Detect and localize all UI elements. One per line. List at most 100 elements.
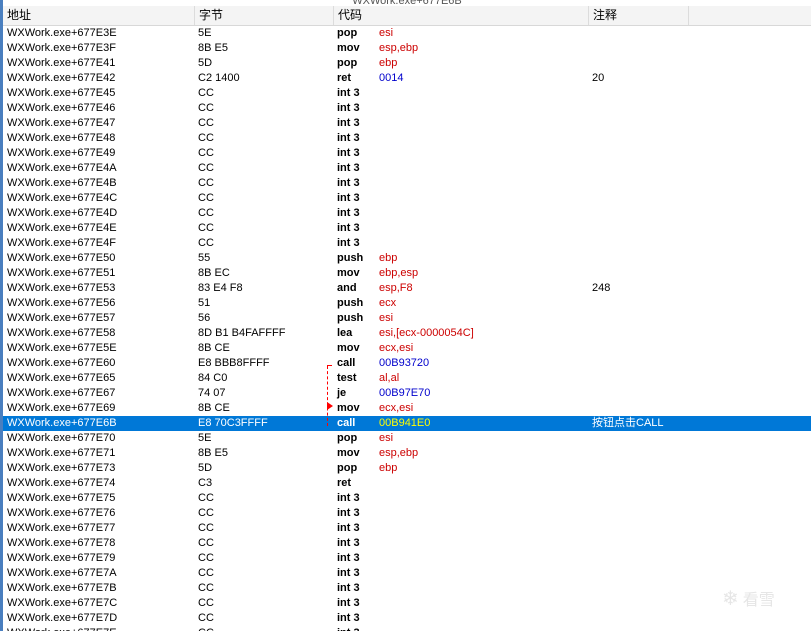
watermark: ❄ 看雪 xyxy=(722,586,775,610)
table-row[interactable]: WXWork.exe+677E79 CC int 3 xyxy=(3,551,811,566)
bytes-cell: 5E xyxy=(198,432,212,444)
table-row[interactable]: WXWork.exe+677E56 51 push ecx xyxy=(3,296,811,311)
bytes-cell: CC xyxy=(198,132,214,144)
address-cell: WXWork.exe+677E73 xyxy=(7,462,116,474)
table-row[interactable]: WXWork.exe+677E3E 5E pop esi xyxy=(3,26,811,41)
address-cell: WXWork.exe+677E77 xyxy=(7,522,116,534)
table-row[interactable]: WXWork.exe+677E67 74 07 je 00B97E70 xyxy=(3,386,811,401)
opcode-cell: pop xyxy=(337,462,358,474)
table-row[interactable]: WXWork.exe+677E50 55 push ebp xyxy=(3,251,811,266)
opcode-cell: int 3 xyxy=(337,102,360,114)
bytes-cell: CC xyxy=(198,552,214,564)
table-row[interactable]: WXWork.exe+677E58 8D B1 B4FAFFFF lea esi,[e… xyxy=(3,326,811,341)
header-bytes[interactable]: 字节 xyxy=(195,6,334,25)
table-row[interactable]: WXWork.exe+677E45 CC int 3 xyxy=(3,86,811,101)
operand-cell: esi,[ecx-0000054C] xyxy=(379,327,474,339)
table-row[interactable]: WXWork.exe+677E51 8B EC mov ebp,esp xyxy=(3,266,811,281)
bytes-cell: CC xyxy=(198,237,214,249)
opcode-cell: int 3 xyxy=(337,207,360,219)
operand-cell: ebp,esp xyxy=(379,267,419,279)
table-row[interactable]: WXWork.exe+677E75 CC int 3 xyxy=(3,491,811,506)
table-row[interactable]: WXWork.exe+677E6B E8 70C3FFFF call 00B941E0… xyxy=(3,416,811,431)
table-row[interactable]: WXWork.exe+677E78 CC int 3 xyxy=(3,536,811,551)
operand-cell: ecx,esi xyxy=(379,342,414,354)
table-row[interactable]: WXWork.exe+677E65 84 C0 test al,al xyxy=(3,371,811,386)
bytes-cell: 8B EC xyxy=(198,267,230,279)
bytes-cell: CC xyxy=(198,117,214,129)
bytes-cell: 8D B1 B4FAFFFF xyxy=(198,327,286,339)
table-row[interactable]: WXWork.exe+677E7E CC int 3 xyxy=(3,626,811,631)
opcode-cell: int 3 xyxy=(337,237,360,249)
bytes-cell: C2 1400 xyxy=(198,72,240,84)
table-row[interactable]: WXWork.exe+677E49 CC int 3 xyxy=(3,146,811,161)
address-cell: WXWork.exe+677E71 xyxy=(7,447,116,459)
table-row[interactable]: WXWork.exe+677E5E 8B CE mov ecx,esi xyxy=(3,341,811,356)
address-cell: WXWork.exe+677E42 xyxy=(7,72,116,84)
table-row[interactable]: WXWork.exe+677E4C CC int 3 xyxy=(3,191,811,206)
table-row[interactable]: WXWork.exe+677E3F 8B E5 mov esp,ebp xyxy=(3,41,811,56)
table-row[interactable]: WXWork.exe+677E41 5D pop ebp xyxy=(3,56,811,71)
table-row[interactable]: WXWork.exe+677E4B CC int 3 xyxy=(3,176,811,191)
address-cell: WXWork.exe+677E7D xyxy=(7,612,118,624)
address-cell: WXWork.exe+677E57 xyxy=(7,312,116,324)
operand-cell: ebp xyxy=(379,252,398,264)
column-header: 地址 字节 代码 注释 xyxy=(3,6,811,26)
bytes-cell: 8B E5 xyxy=(198,447,228,459)
address-cell: WXWork.exe+677E45 xyxy=(7,87,116,99)
bytes-cell: CC xyxy=(198,582,214,594)
table-row[interactable]: WXWork.exe+677E7B CC int 3 xyxy=(3,581,811,596)
bytes-cell: 8B E5 xyxy=(198,42,228,54)
table-row[interactable]: WXWork.exe+677E48 CC int 3 xyxy=(3,131,811,146)
opcode-cell: mov xyxy=(337,42,360,54)
table-row[interactable]: WXWork.exe+677E60 E8 BBB8FFFF call 00B93720 xyxy=(3,356,811,371)
bytes-cell: CC xyxy=(198,507,214,519)
table-row[interactable]: WXWork.exe+677E69 8B CE mov ecx,esi xyxy=(3,401,811,416)
operand-cell: 00B97E70 xyxy=(379,387,431,399)
address-cell: WXWork.exe+677E48 xyxy=(7,132,116,144)
bytes-cell: C3 xyxy=(198,477,213,489)
table-row[interactable]: WXWork.exe+677E70 5E pop esi xyxy=(3,431,811,446)
bytes-cell: CC xyxy=(198,537,214,549)
bytes-cell: 5D xyxy=(198,462,213,474)
address-cell: WXWork.exe+677E4B xyxy=(7,177,117,189)
opcode-cell: mov xyxy=(337,402,360,414)
table-row[interactable]: WXWork.exe+677E7C CC int 3 xyxy=(3,596,811,611)
address-cell: WXWork.exe+677E49 xyxy=(7,147,116,159)
address-cell: WXWork.exe+677E4E xyxy=(7,222,117,234)
table-row[interactable]: WXWork.exe+677E76 CC int 3 xyxy=(3,506,811,521)
header-address[interactable]: 地址 xyxy=(3,6,195,25)
table-row[interactable]: WXWork.exe+677E53 83 E4 F8 and esp,F8 248 xyxy=(3,281,811,296)
table-row[interactable]: WXWork.exe+677E7A CC int 3 xyxy=(3,566,811,581)
bytes-cell: CC xyxy=(198,192,214,204)
address-cell: WXWork.exe+677E4C xyxy=(7,192,118,204)
operand-cell: esp,ebp xyxy=(379,42,419,54)
table-row[interactable]: WXWork.exe+677E74 C3 ret xyxy=(3,476,811,491)
table-row[interactable]: WXWork.exe+677E57 56 push esi xyxy=(3,311,811,326)
table-row[interactable]: WXWork.exe+677E42 C2 1400 ret 0014 20 xyxy=(3,71,811,86)
header-code[interactable]: 代码 xyxy=(334,6,589,25)
opcode-cell: ret xyxy=(337,477,352,489)
table-row[interactable]: WXWork.exe+677E4F CC int 3 xyxy=(3,236,811,251)
opcode-cell: int 3 xyxy=(337,222,360,234)
table-row[interactable]: WXWork.exe+677E4E CC int 3 xyxy=(3,221,811,236)
header-comment[interactable]: 注释 xyxy=(589,6,689,25)
table-row[interactable]: WXWork.exe+677E46 CC int 3 xyxy=(3,101,811,116)
disassembly-list[interactable]: WXWork.exe+677E3E 5E pop esi WXWork.exe+677E… xyxy=(3,26,811,631)
table-row[interactable]: WXWork.exe+677E47 CC int 3 xyxy=(3,116,811,131)
bytes-cell: CC xyxy=(198,626,214,631)
table-row[interactable]: WXWork.exe+677E73 5D pop ebp xyxy=(3,461,811,476)
table-row[interactable]: WXWork.exe+677E4D CC int 3 xyxy=(3,206,811,221)
opcode-cell: int 3 xyxy=(337,552,360,564)
table-row[interactable]: WXWork.exe+677E7D CC int 3 xyxy=(3,611,811,626)
opcode-cell: lea xyxy=(337,327,353,339)
opcode-cell: pop xyxy=(337,432,358,444)
opcode-cell: pop xyxy=(337,57,358,69)
jump-line xyxy=(327,366,329,426)
bytes-cell: CC xyxy=(198,207,214,219)
table-row[interactable]: WXWork.exe+677E77 CC int 3 xyxy=(3,521,811,536)
table-row[interactable]: WXWork.exe+677E71 8B E5 mov esp,ebp xyxy=(3,446,811,461)
table-row[interactable]: WXWork.exe+677E4A CC int 3 xyxy=(3,161,811,176)
address-cell: WXWork.exe+677E7B xyxy=(7,582,117,594)
operand-cell: esi xyxy=(379,432,394,444)
operand-cell: 00B941E0 xyxy=(379,417,431,429)
